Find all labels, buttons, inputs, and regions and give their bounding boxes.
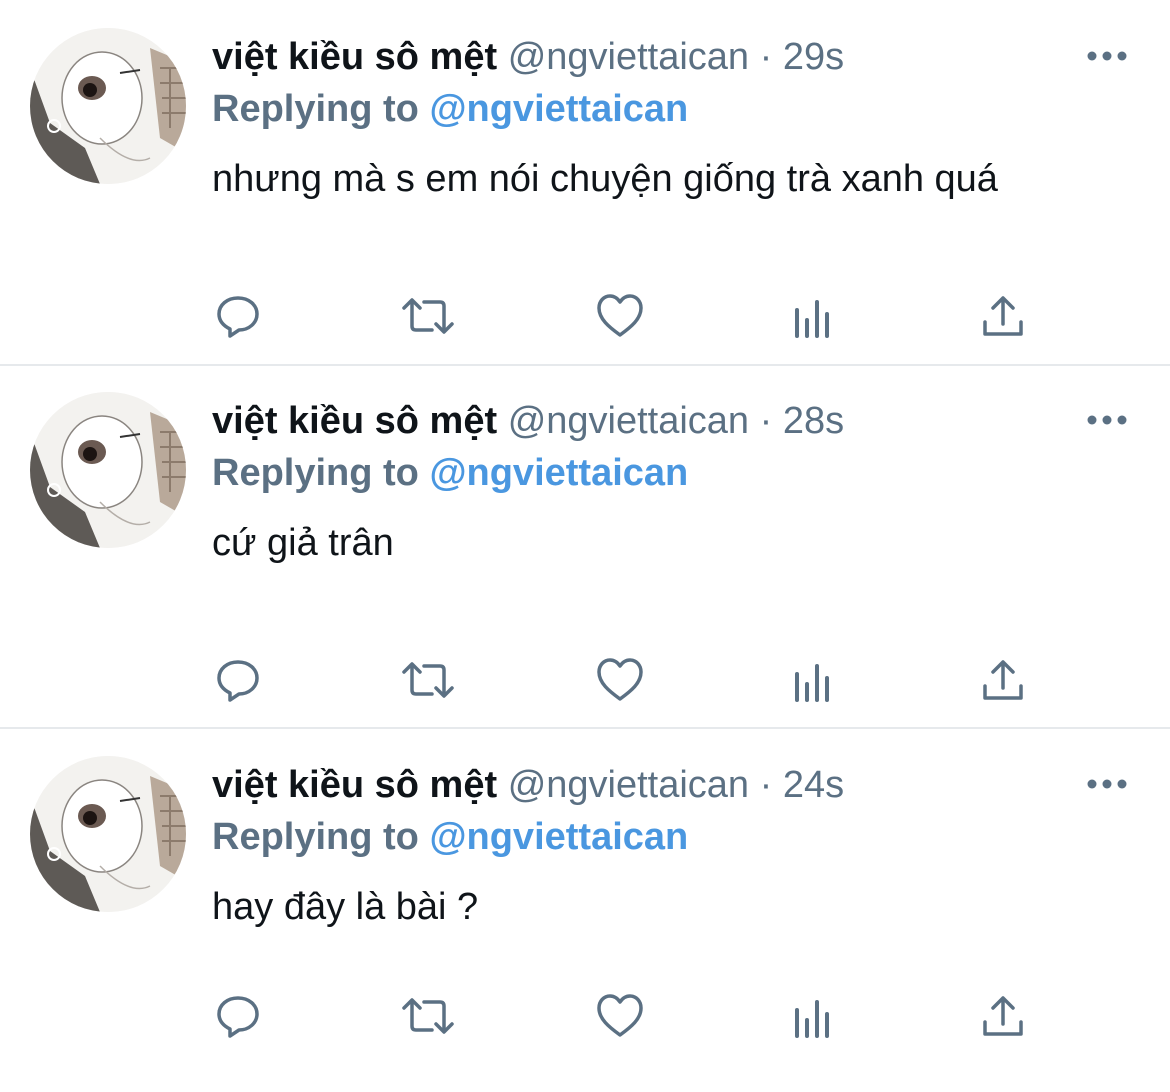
tweet-actions — [0, 654, 1170, 710]
replying-to: Replying to @ngviettaican — [212, 814, 688, 860]
retweet-button[interactable] — [400, 290, 456, 346]
like-button[interactable] — [592, 290, 648, 346]
heart-icon — [595, 657, 645, 708]
replying-to: Replying to @ngviettaican — [212, 450, 688, 496]
share-icon — [981, 294, 1025, 343]
separator-dot: · — [759, 400, 773, 442]
tweet-actions — [0, 990, 1170, 1046]
retweet-icon — [400, 292, 456, 345]
reply-icon — [214, 292, 262, 345]
timestamp[interactable]: 28s — [783, 400, 844, 442]
like-button[interactable] — [592, 654, 648, 710]
retweet-button[interactable] — [400, 990, 456, 1046]
retweet-button[interactable] — [400, 654, 456, 710]
replying-to-handle[interactable]: @ngviettaican — [429, 452, 688, 494]
more-horizontal-icon[interactable] — [1085, 408, 1129, 432]
replying-to-label: Replying to — [212, 452, 419, 494]
tweet-actions — [0, 290, 1170, 346]
tweet-header: việt kiều sô mệt @ngviettaican · 24s — [212, 762, 844, 808]
reply-button[interactable] — [210, 654, 266, 710]
display-name[interactable]: việt kiều sô mệt — [212, 400, 497, 442]
reply-button[interactable] — [210, 290, 266, 346]
heart-icon — [595, 993, 645, 1044]
like-button[interactable] — [592, 990, 648, 1046]
share-button[interactable] — [975, 290, 1031, 346]
tweet[interactable]: việt kiều sô mệt @ngviettaican · 28s Rep… — [0, 364, 1170, 728]
separator-dot: · — [759, 764, 773, 806]
tweet-text: cứ giả trân — [212, 522, 394, 564]
analytics-icon — [791, 994, 835, 1043]
tweet-text: nhưng mà s em nói chuyện giống trà xanh … — [212, 158, 998, 200]
retweet-icon — [400, 656, 456, 709]
share-icon — [981, 994, 1025, 1043]
display-name[interactable]: việt kiều sô mệt — [212, 764, 497, 806]
analytics-button[interactable] — [785, 654, 841, 710]
user-handle[interactable]: @ngviettaican — [508, 400, 749, 442]
share-button[interactable] — [975, 990, 1031, 1046]
heart-icon — [595, 293, 645, 344]
avatar[interactable] — [30, 756, 186, 912]
timestamp[interactable]: 29s — [783, 36, 844, 78]
tweet[interactable]: việt kiều sô mệt @ngviettaican · 24s Rep… — [0, 728, 1170, 1092]
user-handle[interactable]: @ngviettaican — [508, 764, 749, 806]
timestamp[interactable]: 24s — [783, 764, 844, 806]
separator-dot: · — [759, 36, 773, 78]
analytics-button[interactable] — [785, 290, 841, 346]
user-handle[interactable]: @ngviettaican — [508, 36, 749, 78]
tweet-text: hay đây là bài ? — [212, 886, 479, 928]
retweet-icon — [400, 992, 456, 1045]
avatar[interactable] — [30, 392, 186, 548]
replying-to-label: Replying to — [212, 816, 419, 858]
replying-to: Replying to @ngviettaican — [212, 86, 688, 132]
analytics-icon — [791, 294, 835, 343]
analytics-icon — [791, 658, 835, 707]
reply-icon — [214, 992, 262, 1045]
replying-to-handle[interactable]: @ngviettaican — [429, 88, 688, 130]
tweet-header: việt kiều sô mệt @ngviettaican · 29s — [212, 34, 844, 80]
tweet-header: việt kiều sô mệt @ngviettaican · 28s — [212, 398, 844, 444]
avatar[interactable] — [30, 28, 186, 184]
tweet[interactable]: việt kiều sô mệt @ngviettaican · 29s Rep… — [0, 0, 1170, 364]
reply-icon — [214, 656, 262, 709]
share-button[interactable] — [975, 654, 1031, 710]
reply-button[interactable] — [210, 990, 266, 1046]
more-horizontal-icon[interactable] — [1085, 44, 1129, 68]
more-horizontal-icon[interactable] — [1085, 772, 1129, 796]
replying-to-handle[interactable]: @ngviettaican — [429, 816, 688, 858]
share-icon — [981, 658, 1025, 707]
display-name[interactable]: việt kiều sô mệt — [212, 36, 497, 78]
analytics-button[interactable] — [785, 990, 841, 1046]
replying-to-label: Replying to — [212, 88, 419, 130]
